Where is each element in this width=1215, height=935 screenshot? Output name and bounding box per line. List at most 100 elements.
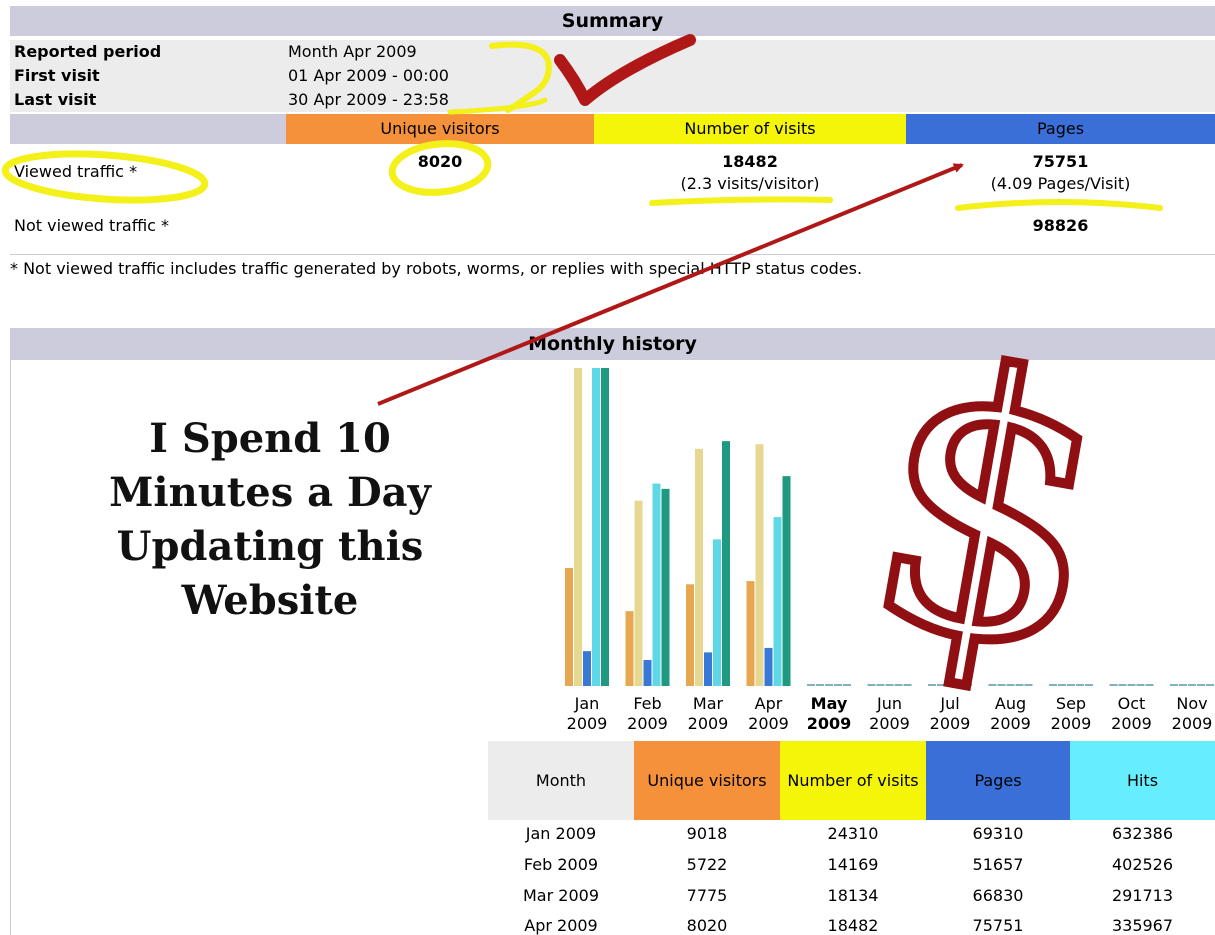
bar-bandwidth (782, 476, 791, 686)
table-cell-unique: 8020 (686, 916, 728, 935)
bar-hits (1197, 684, 1205, 686)
bar-bandwidth (1206, 684, 1214, 686)
bar-visits (816, 684, 824, 686)
last-visit-label: Last visit (14, 90, 97, 109)
last-visit-value: 30 Apr 2009 - 23:58 (288, 90, 449, 109)
table-header-pages: Pages (926, 741, 1070, 820)
bar-unique (686, 584, 694, 686)
table-cell-month: Mar 2009 (523, 886, 599, 905)
summary-header-spacer (10, 114, 286, 144)
bar-bandwidth (964, 684, 972, 686)
bar-visits (1118, 684, 1127, 686)
month-tick-label: Jul 2009 (929, 694, 971, 733)
month-tick-label: Sep 2009 (1050, 694, 1092, 733)
table-cell-hits: 402526 (1111, 855, 1174, 874)
table-header-hits: Hits (1070, 741, 1215, 820)
table-cell-visits: 24310 (827, 824, 879, 843)
viewed-unique-visitors: 8020 (417, 152, 463, 171)
table-header-visits: Number of visits (780, 741, 926, 820)
reported-period-row: Reported period Month Apr 2009 (10, 40, 1215, 64)
table-cell-unique: 7775 (686, 886, 728, 905)
table-cell-month: Feb 2009 (523, 855, 599, 874)
viewed-visits: 18482 (722, 152, 778, 171)
first-visit-value: 01 Apr 2009 - 00:00 (288, 66, 449, 85)
bar-pages (1067, 684, 1075, 686)
bar-bandwidth (722, 441, 730, 686)
month-tick-label: Jan 2009 (566, 694, 608, 733)
table-cell-pages: 51657 (972, 855, 1024, 874)
table-cell-pages: 75751 (972, 916, 1024, 935)
table-header-month: Month (488, 741, 634, 820)
table-cell-month: Apr 2009 (524, 916, 598, 935)
bar-bandwidth (601, 368, 609, 686)
section-left-border (10, 360, 11, 935)
bar-unique (1170, 684, 1178, 686)
bar-pages (704, 652, 712, 686)
first-visit-row: First visit 01 Apr 2009 - 00:00 (10, 64, 1215, 88)
bar-pages (583, 651, 591, 686)
bar-pages (1188, 684, 1196, 686)
bar-unique (988, 684, 997, 686)
bar-hits (713, 539, 721, 686)
bar-bandwidth (1085, 684, 1093, 686)
bar-pages (643, 660, 652, 686)
bar-unique (746, 581, 755, 686)
bar-pages (764, 647, 773, 686)
not-viewed-pages: 98826 (1032, 216, 1089, 235)
bar-hits (1076, 684, 1084, 686)
not-viewed-traffic-label: Not viewed traffic * (14, 216, 170, 235)
table-cell-hits: 335967 (1111, 916, 1174, 935)
unique-visitors-header: Unique visitors (286, 114, 594, 144)
bar-hits (955, 684, 963, 686)
bar-hits (834, 684, 842, 686)
month-tick-label: May 2009 (806, 694, 852, 733)
reported-period-value: Month Apr 2009 (288, 42, 417, 61)
bar-unique (565, 568, 573, 686)
reported-period-label: Reported period (14, 42, 162, 61)
bar-pages (885, 684, 894, 686)
bar-hits (592, 368, 600, 686)
monthly-history-chart (565, 368, 1214, 686)
promo-caption: I Spend 10 Minutes a Day Updating this W… (60, 412, 480, 628)
bar-bandwidth (843, 684, 851, 686)
bar-visits (937, 684, 945, 686)
visits-header: Number of visits (594, 114, 906, 144)
bar-pages (1006, 684, 1015, 686)
bar-unique (625, 611, 634, 686)
bar-bandwidth (1024, 684, 1033, 686)
bar-unique (867, 684, 876, 686)
bar-unique (1109, 684, 1118, 686)
bar-bandwidth (661, 488, 670, 686)
bar-bandwidth (1145, 684, 1154, 686)
bar-bandwidth (903, 684, 912, 686)
bar-hits (1015, 684, 1024, 686)
promo-line: Website (181, 577, 359, 624)
table-cell-pages: 69310 (972, 824, 1024, 843)
first-visit-label: First visit (14, 66, 100, 85)
month-tick-label: Oct 2009 (1111, 694, 1152, 733)
promo-line: Updating this (116, 523, 424, 570)
bar-hits (1136, 684, 1145, 686)
bar-visits (1058, 684, 1066, 686)
bar-visits (755, 444, 764, 686)
bar-hits (894, 684, 903, 686)
table-cell-visits: 14169 (827, 855, 879, 874)
bar-hits (773, 517, 782, 686)
month-tick-label: Mar 2009 (687, 694, 729, 733)
month-tick-label: Feb 2009 (627, 694, 668, 733)
month-tick-label: Apr 2009 (748, 694, 789, 733)
bar-hits (652, 483, 661, 686)
promo-line: Minutes a Day (109, 469, 431, 516)
bar-visits (695, 448, 703, 686)
table-cell-hits: 291713 (1111, 886, 1174, 905)
visits-per-visitor: (2.3 visits/visitor) (680, 174, 820, 193)
table-header-unique: Unique visitors (634, 741, 780, 820)
promo-line: I Spend 10 (149, 415, 391, 462)
summary-header: Summary (10, 6, 1215, 36)
bar-unique (1049, 684, 1057, 686)
month-tick-label: Nov 2009 (1171, 694, 1213, 733)
table-cell-hits: 632386 (1111, 824, 1174, 843)
table-cell-pages: 66830 (972, 886, 1024, 905)
table-cell-visits: 18482 (827, 916, 879, 935)
month-tick-label: Aug 2009 (990, 694, 1031, 733)
